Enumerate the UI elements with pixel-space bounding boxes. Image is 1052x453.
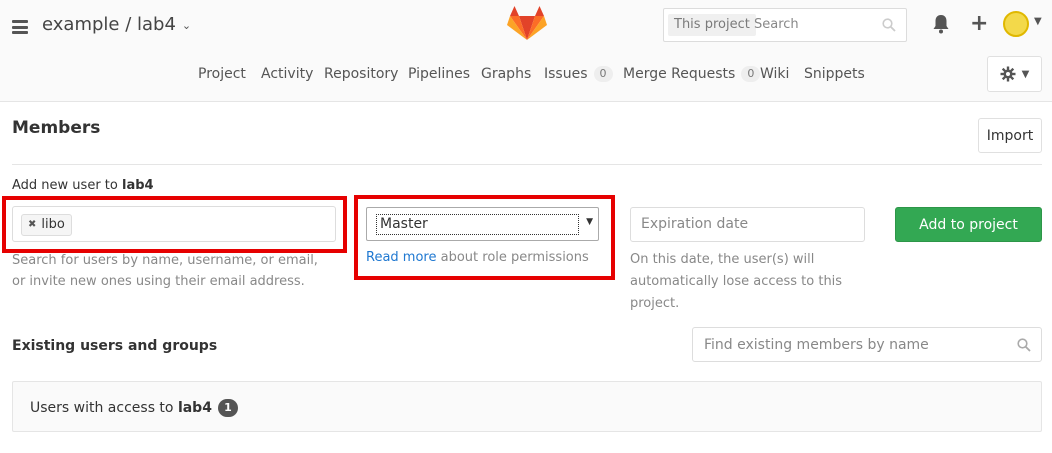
- nav-snippets[interactable]: Snippets: [804, 66, 865, 82]
- search-placeholder: Search: [754, 17, 799, 32]
- find-members-placeholder: Find existing members by name: [704, 337, 929, 353]
- find-members-input[interactable]: Find existing members by name: [692, 327, 1042, 362]
- select-arrow-icon: ▼: [586, 217, 593, 227]
- nav-repository[interactable]: Repository: [324, 66, 398, 82]
- user-search-help: Search for users by name, username, or e…: [12, 253, 318, 289]
- user-search-input[interactable]: ✖ libo: [12, 206, 336, 242]
- notifications-bell-icon[interactable]: [932, 14, 950, 34]
- expiration-help: On this date, the user(s) will automatic…: [630, 252, 843, 311]
- role-select-value: Master: [376, 214, 579, 235]
- add-user-label: Add new user to lab4: [12, 178, 154, 193]
- nav-wiki[interactable]: Wiki: [760, 66, 789, 82]
- role-permissions-help: Read more about role permissions: [366, 250, 589, 265]
- read-more-link[interactable]: Read more: [366, 250, 436, 265]
- new-item-plus-icon[interactable]: +: [970, 13, 988, 35]
- add-to-project-button[interactable]: Add to project: [895, 207, 1042, 242]
- import-button[interactable]: Import: [978, 118, 1042, 153]
- page-title: Members: [12, 118, 101, 138]
- search-scope-badge[interactable]: This project: [668, 14, 756, 36]
- users-access-panel: Users with access to lab4 1: [12, 381, 1042, 432]
- nav-pipelines[interactable]: Pipelines: [408, 66, 470, 82]
- project-path[interactable]: example / lab4: [42, 14, 176, 35]
- avatar-caret-icon[interactable]: ▼: [1034, 16, 1042, 27]
- remove-token-icon[interactable]: ✖: [28, 215, 36, 235]
- hamburger-menu-icon[interactable]: [12, 20, 28, 34]
- selected-user-token[interactable]: ✖ libo: [21, 214, 72, 236]
- token-label: libo: [41, 217, 65, 232]
- caret-down-icon: ▼: [1021, 68, 1030, 80]
- settings-dropdown-button[interactable]: ▼: [987, 56, 1042, 92]
- divider: [12, 164, 1042, 165]
- search-box[interactable]: This project Search: [663, 8, 907, 42]
- nav-graphs[interactable]: Graphs: [481, 66, 531, 82]
- nav-issues[interactable]: Issues 0: [544, 66, 613, 82]
- issues-count-badge: 0: [593, 66, 613, 82]
- user-avatar[interactable]: [1003, 11, 1029, 37]
- search-icon: [882, 18, 896, 32]
- search-icon: [1017, 338, 1031, 352]
- nav-project[interactable]: Project: [198, 66, 246, 82]
- chevron-down-icon[interactable]: ⌄: [182, 19, 191, 32]
- project-nav: Project Activity Repository Pipelines Gr…: [0, 66, 1052, 84]
- panel-heading: Users with access to lab4 1: [30, 399, 238, 417]
- top-header: example / lab4 ⌄ This project Search + ▼…: [0, 0, 1052, 102]
- role-select[interactable]: Master ▼: [366, 207, 599, 241]
- nav-activity[interactable]: Activity: [261, 66, 313, 82]
- gear-icon: [1000, 66, 1016, 82]
- expiration-date-input[interactable]: Expiration date: [630, 207, 865, 242]
- gitlab-logo-icon[interactable]: [507, 6, 547, 42]
- nav-merge-requests[interactable]: Merge Requests 0: [623, 66, 761, 82]
- existing-users-title: Existing users and groups: [12, 338, 218, 354]
- merge-requests-count-badge: 0: [741, 66, 761, 82]
- project-title-dropdown[interactable]: example / lab4 ⌄: [42, 14, 191, 35]
- member-count-badge: 1: [217, 399, 238, 417]
